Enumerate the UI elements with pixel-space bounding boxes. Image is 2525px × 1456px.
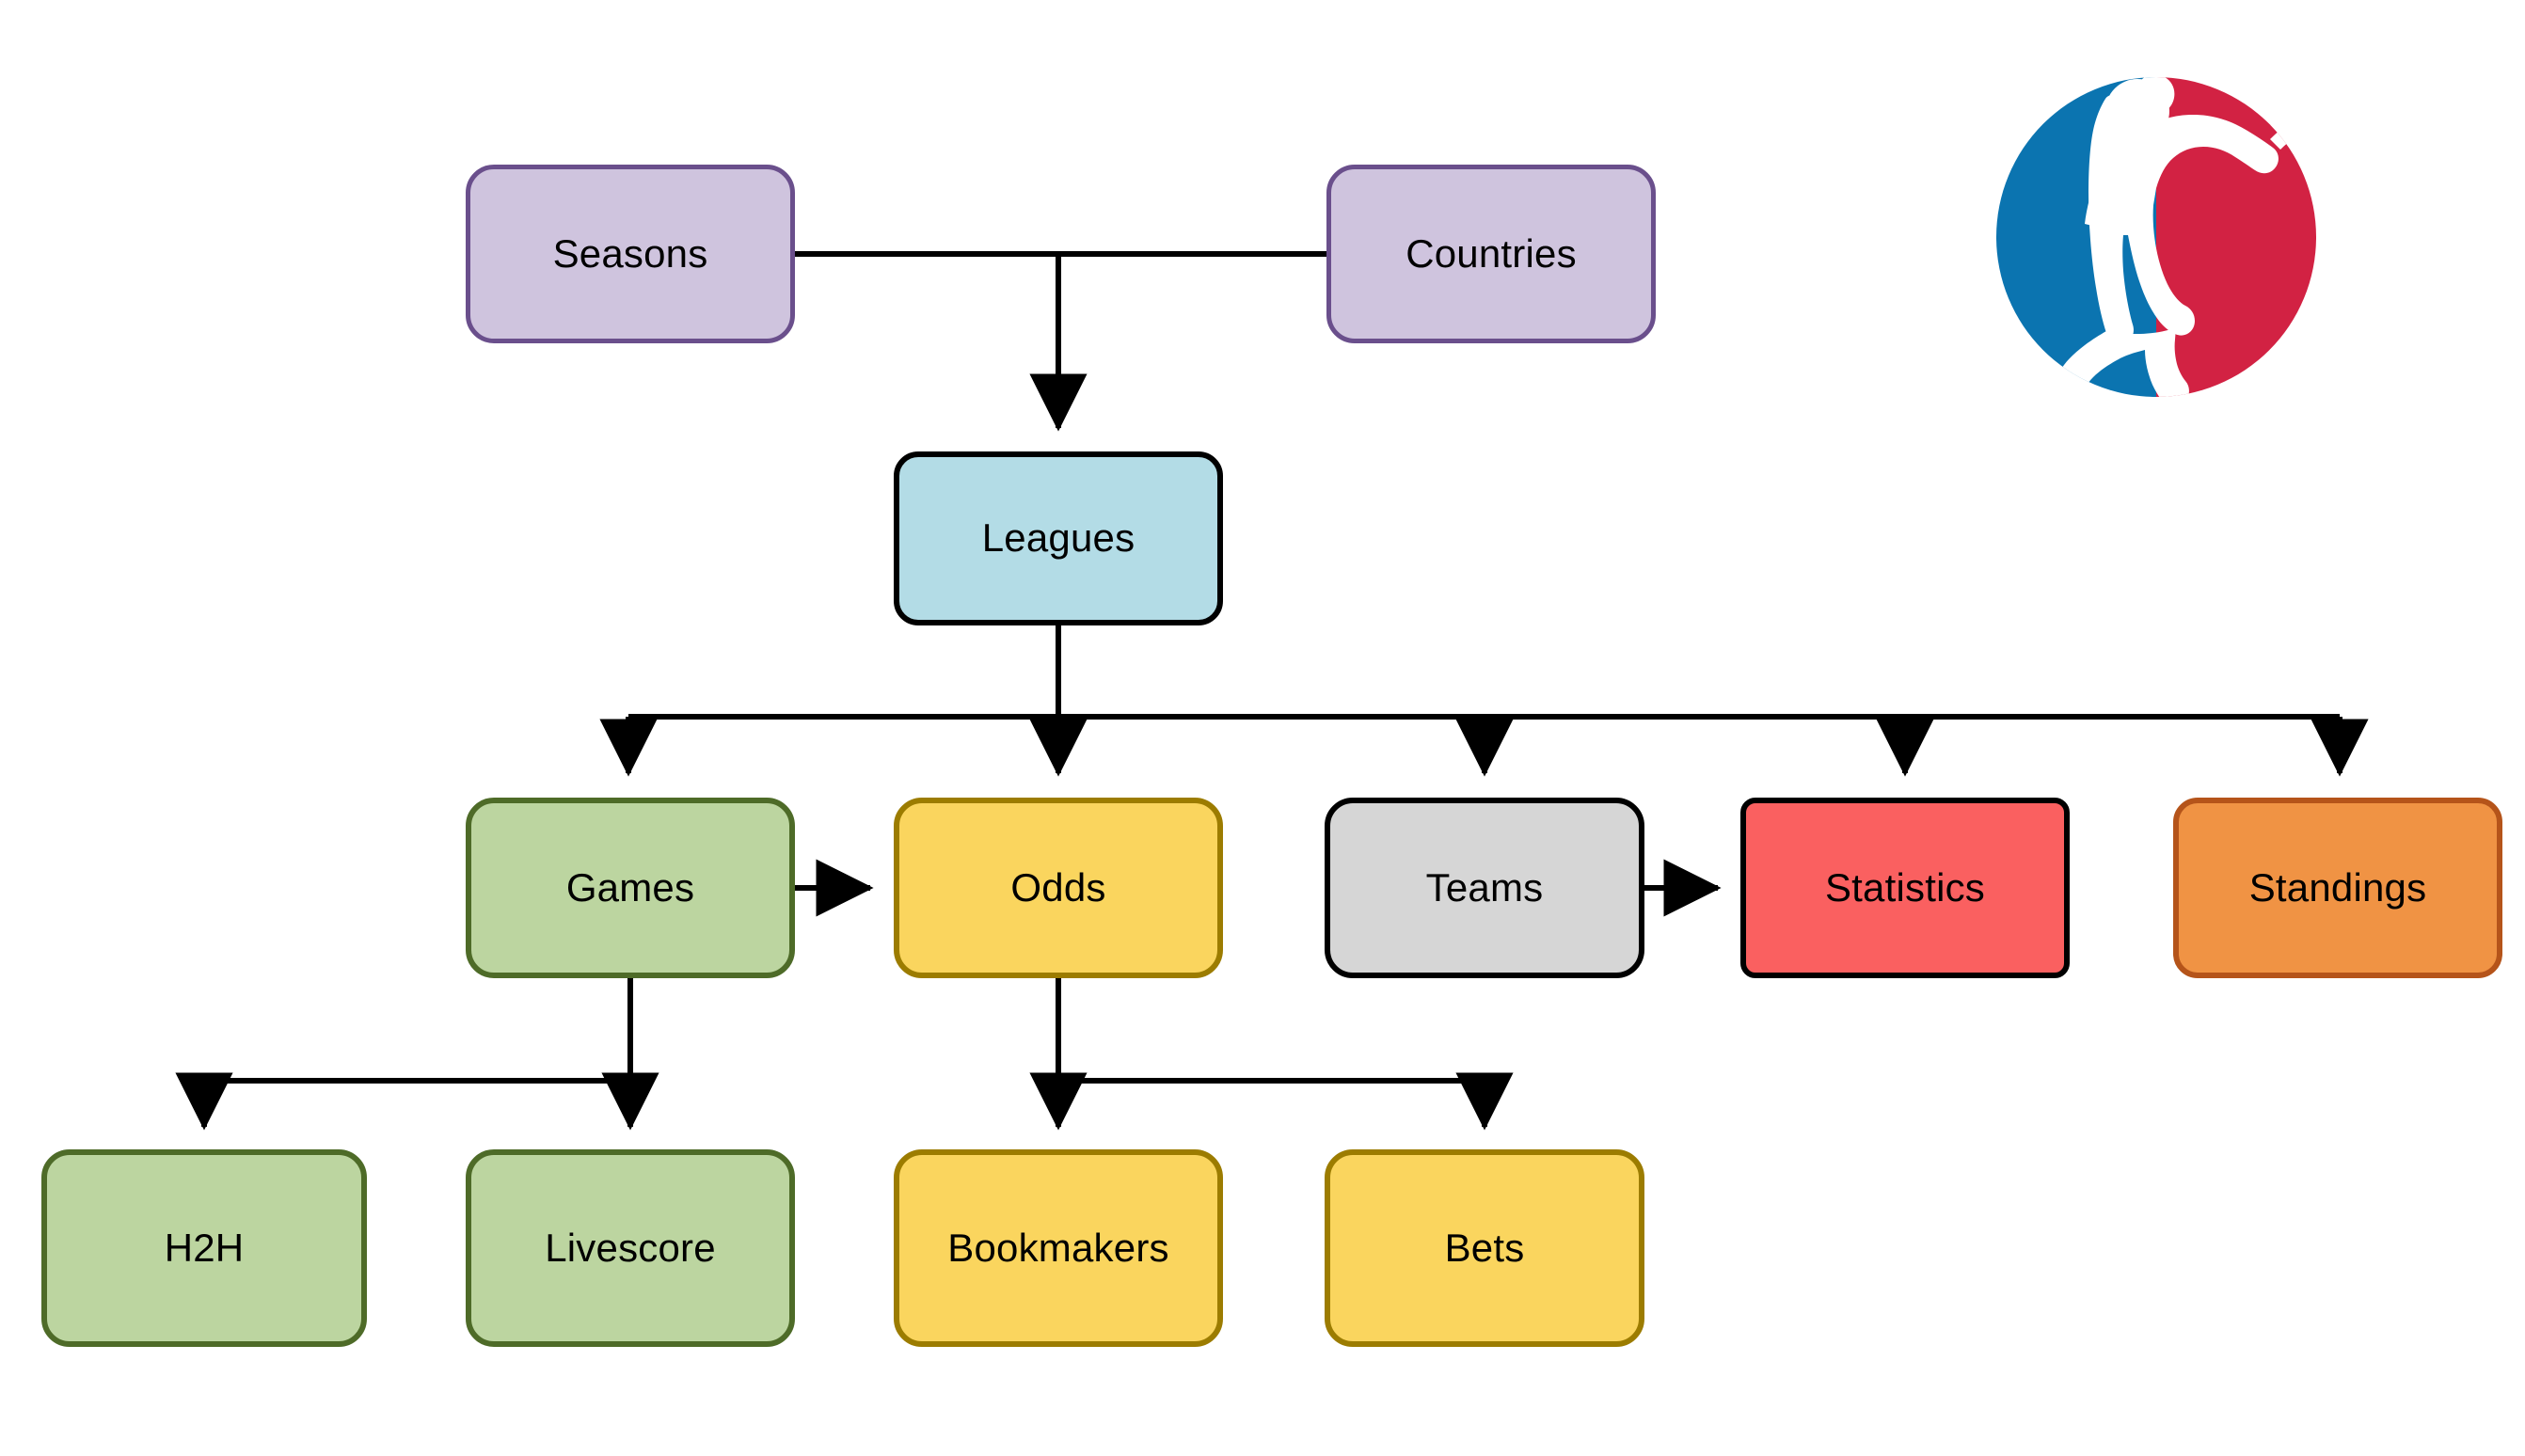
basketball-player-logo <box>1994 75 2318 399</box>
node-h2h[interactable]: H2H <box>41 1149 367 1347</box>
node-standings-label: Standings <box>2248 864 2427 910</box>
node-statistics-label: Statistics <box>1824 864 1986 910</box>
edge-games-children <box>175 978 659 1131</box>
node-bookmakers-label: Bookmakers <box>947 1225 1169 1270</box>
node-h2h-label: H2H <box>164 1225 245 1270</box>
node-livescore[interactable]: Livescore <box>466 1149 795 1347</box>
node-bets[interactable]: Bets <box>1325 1149 1644 1347</box>
node-livescore-label: Livescore <box>545 1225 716 1270</box>
basketball-player-logo-icon <box>1996 77 2316 397</box>
node-bookmakers[interactable]: Bookmakers <box>894 1149 1223 1347</box>
node-teams[interactable]: Teams <box>1325 798 1644 978</box>
node-games[interactable]: Games <box>466 798 795 978</box>
diagram-canvas: Seasons Countries Leagues Games Odds Tea… <box>0 0 2525 1456</box>
node-bets-label: Bets <box>1444 1225 1525 1270</box>
node-seasons[interactable]: Seasons <box>466 165 795 343</box>
node-odds[interactable]: Odds <box>894 798 1223 978</box>
node-games-label: Games <box>565 864 695 910</box>
node-leagues-label: Leagues <box>981 515 1135 561</box>
node-statistics[interactable]: Statistics <box>1740 798 2070 978</box>
node-teams-label: Teams <box>1425 864 1544 910</box>
node-countries-label: Countries <box>1405 230 1577 276</box>
node-odds-label: Odds <box>1010 864 1106 910</box>
node-seasons-label: Seasons <box>552 230 708 276</box>
node-standings[interactable]: Standings <box>2173 798 2502 978</box>
edge-odds-children <box>1029 978 1514 1131</box>
node-leagues[interactable]: Leagues <box>894 451 1223 625</box>
edge-leagues-bus <box>599 625 2369 777</box>
node-countries[interactable]: Countries <box>1326 165 1656 343</box>
